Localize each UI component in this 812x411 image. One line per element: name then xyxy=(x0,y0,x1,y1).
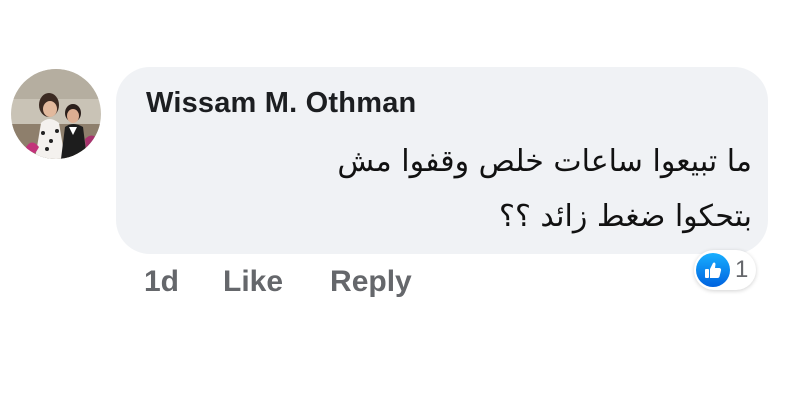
comment-text-line: ما تبيعوا ساعات خلص وقفوا مش xyxy=(337,144,752,179)
like-button[interactable]: Like xyxy=(223,265,283,299)
comment-bubble: Wissam M. Othman ما تبيعوا ساعات خلص وقف… xyxy=(116,67,768,254)
reaction-count: 1 xyxy=(735,256,749,283)
comment-text-line: بتحكوا ضغط زائد ؟؟ xyxy=(499,199,752,234)
comment-text: ما تبيعوا ساعات خلص وقفوا مش بتحكوا ضغط … xyxy=(192,134,752,244)
comment-author[interactable]: Wissam M. Othman xyxy=(146,87,416,120)
avatar-photo xyxy=(11,69,101,159)
thumbs-up-icon xyxy=(696,253,730,287)
comment-timestamp[interactable]: 1d xyxy=(144,265,179,299)
comment-actions: 1d Like Reply xyxy=(144,262,412,302)
avatar[interactable] xyxy=(11,69,101,159)
reactions-summary[interactable]: 1 xyxy=(694,250,757,290)
comment: Wissam M. Othman ما تبيعوا ساعات خلص وقف… xyxy=(0,0,812,411)
reply-button[interactable]: Reply xyxy=(330,265,412,299)
